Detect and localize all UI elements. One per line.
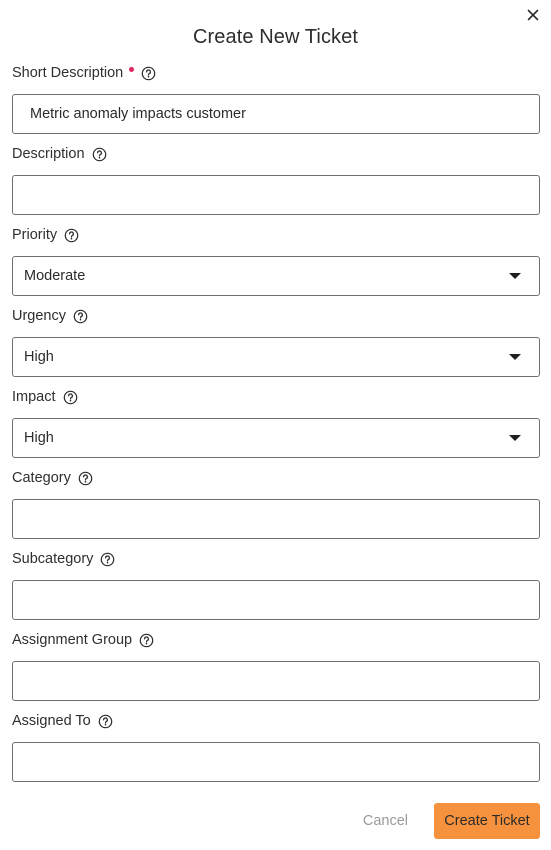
description-label: Description	[12, 146, 85, 162]
help-circle-icon[interactable]	[73, 309, 88, 324]
priority-label-row: Priority	[12, 225, 540, 245]
impact-select[interactable]: High	[12, 418, 540, 458]
caret-down-icon	[509, 273, 521, 279]
priority-field: Priority Moderate	[12, 225, 540, 296]
help-circle-icon[interactable]	[139, 633, 154, 648]
help-circle-icon[interactable]	[78, 471, 93, 486]
subcategory-field: Subcategory	[12, 549, 540, 620]
category-label-row: Category	[12, 468, 540, 488]
subcategory-input-box	[12, 580, 540, 620]
dialog-footer: Cancel Create Ticket	[363, 803, 540, 839]
category-input-box	[12, 499, 540, 539]
subcategory-label-row: Subcategory	[12, 549, 540, 569]
priority-select[interactable]: Moderate	[12, 256, 540, 296]
help-circle-icon[interactable]	[141, 66, 156, 81]
category-label: Category	[12, 470, 71, 486]
impact-selected-value: High	[24, 430, 54, 446]
impact-label-row: Impact	[12, 387, 540, 407]
help-circle-icon[interactable]	[100, 552, 115, 567]
description-label-row: Description	[12, 144, 540, 164]
caret-down-icon	[509, 354, 521, 360]
category-input[interactable]	[13, 500, 539, 538]
urgency-selected-value: High	[24, 349, 54, 365]
short-description-input[interactable]	[13, 95, 539, 133]
priority-label: Priority	[12, 227, 58, 243]
description-input-box	[12, 175, 540, 215]
impact-label: Impact	[12, 389, 56, 405]
category-field: Category	[12, 468, 540, 539]
assigned-to-input[interactable]	[13, 743, 539, 781]
description-input[interactable]	[13, 176, 539, 214]
dialog-title: Create New Ticket	[192, 26, 359, 48]
assignment-group-input[interactable]	[13, 662, 539, 700]
short-description-input-box	[12, 94, 540, 134]
assigned-to-label-row: Assigned To	[12, 711, 540, 731]
short-description-label: Short Description	[12, 65, 124, 81]
close-icon	[527, 9, 539, 21]
urgency-select[interactable]: High	[12, 337, 540, 377]
assigned-to-field: Assigned To	[12, 711, 540, 782]
required-indicator	[129, 66, 135, 72]
description-field: Description	[12, 144, 540, 215]
priority-selected-value: Moderate	[24, 268, 86, 284]
create-ticket-dialog: Create New Ticket Short Description Desc…	[0, 0, 551, 850]
assignment-group-label: Assignment Group	[12, 632, 133, 648]
subcategory-label: Subcategory	[12, 551, 94, 567]
assignment-group-label-row: Assignment Group	[12, 630, 540, 650]
urgency-label-row: Urgency	[12, 306, 540, 326]
help-circle-icon[interactable]	[63, 390, 78, 405]
assigned-to-input-box	[12, 742, 540, 782]
assignment-group-field: Assignment Group	[12, 630, 540, 701]
create-ticket-button[interactable]: Create Ticket	[434, 803, 540, 839]
urgency-label: Urgency	[12, 308, 66, 324]
subcategory-input[interactable]	[13, 581, 539, 619]
assigned-to-label: Assigned To	[12, 713, 91, 729]
short-description-label-row: Short Description	[12, 63, 540, 83]
short-description-field: Short Description	[12, 63, 540, 134]
help-circle-icon[interactable]	[92, 147, 107, 162]
cancel-button[interactable]: Cancel	[363, 803, 408, 839]
urgency-field: Urgency High	[12, 306, 540, 377]
help-circle-icon[interactable]	[64, 228, 79, 243]
close-button[interactable]	[524, 6, 542, 24]
help-circle-icon[interactable]	[98, 714, 113, 729]
assignment-group-input-box	[12, 661, 540, 701]
impact-field: Impact High	[12, 387, 540, 458]
caret-down-icon	[509, 435, 521, 441]
